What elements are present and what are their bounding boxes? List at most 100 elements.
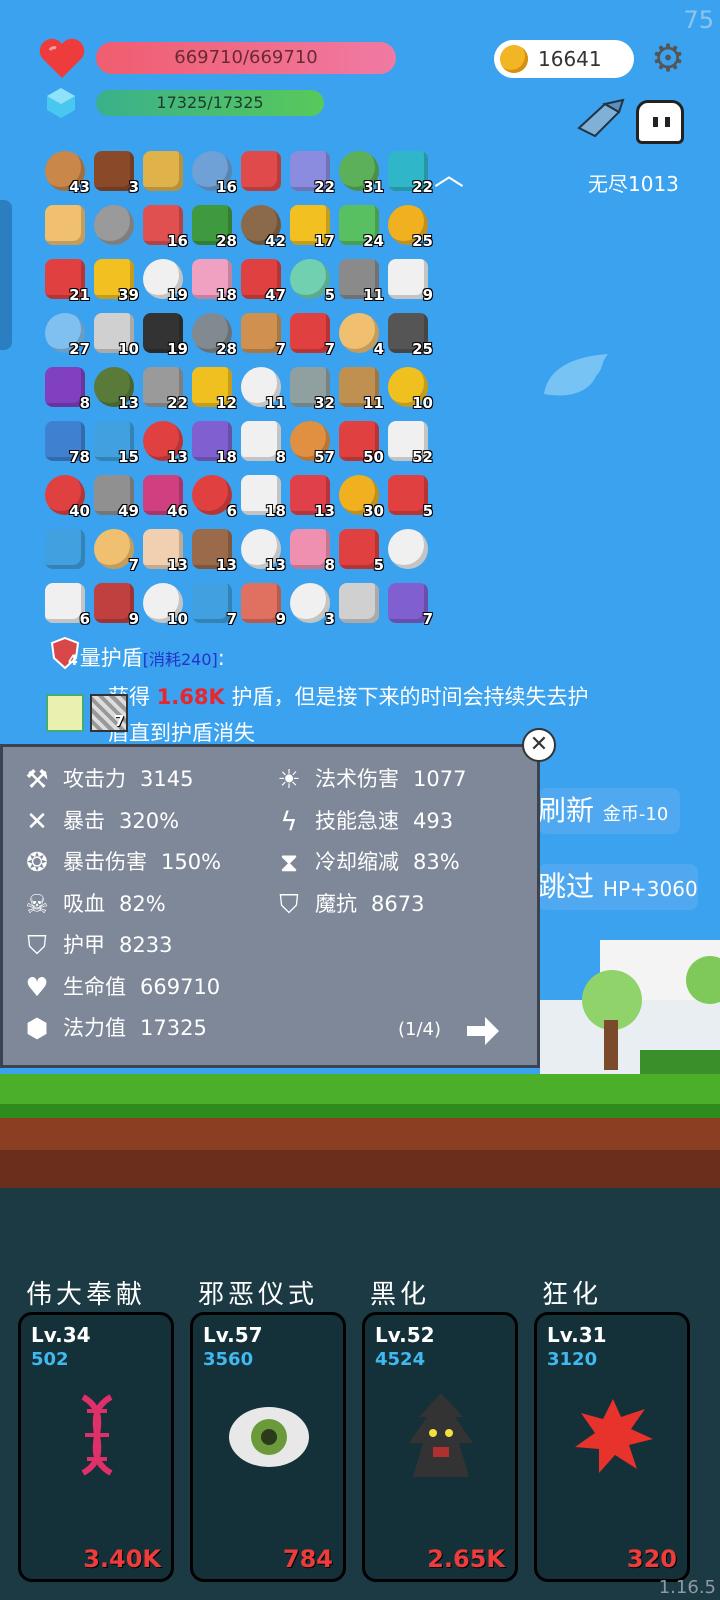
inventory-item[interactable]: 11 [336,256,384,304]
stat-row: ☀ 法术伤害 1077 [273,763,466,795]
inventory-item[interactable]: 22 [385,148,433,196]
inventory-item[interactable]: 10 [385,364,433,412]
inventory-item[interactable]: 30 [336,472,384,520]
inventory-item[interactable]: 9 [385,256,433,304]
inventory-item[interactable]: 43 [42,148,90,196]
inventory-item[interactable]: 18 [238,472,286,520]
inventory-item[interactable]: 10 [91,310,139,358]
inventory-item[interactable] [336,580,382,626]
inventory-item[interactable] [91,202,137,248]
ghost-avatar-icon[interactable] [636,100,684,144]
inventory-item[interactable]: 6 [42,580,90,628]
inventory-item[interactable]: 3 [287,580,335,628]
inventory-item[interactable]: 5 [287,256,335,304]
inventory-item[interactable]: 31 [336,148,384,196]
inventory-item[interactable]: 10 [140,580,188,628]
inventory-item[interactable]: 57 [287,418,335,466]
inventory-item[interactable]: 28 [189,202,237,250]
collapse-chevron-icon[interactable]: ︿ [434,150,464,194]
card-level: Lv.34 [31,1323,91,1347]
inventory-item[interactable]: 16 [140,202,188,250]
skull-icon: ☠ [25,889,49,920]
stat-label: 冷却缩减 [315,850,399,874]
grass-edge [0,1104,720,1118]
inventory-item[interactable]: 17 [287,202,335,250]
inventory-item[interactable]: 16 [189,148,237,196]
inventory-item[interactable]: 13 [140,526,188,574]
inventory-item[interactable]: 19 [140,310,188,358]
inventory-item[interactable]: 47 [238,256,286,304]
inventory-item[interactable]: 5 [385,472,433,520]
close-button[interactable]: ✕ [522,728,556,762]
inventory-item[interactable]: 13 [238,526,286,574]
inventory-item[interactable]: 13 [189,526,237,574]
inventory-item[interactable]: 8 [42,364,90,412]
inventory-item[interactable]: 12 [189,364,237,412]
item-count: 11 [363,286,384,304]
skill-card[interactable]: Lv.52 4524 2.65K [362,1312,518,1582]
inventory-item[interactable]: 39 [91,256,139,304]
inventory-item[interactable] [385,526,431,572]
inventory-item[interactable]: 7 [91,526,139,574]
inventory-item[interactable]: 13 [140,418,188,466]
inventory-item[interactable] [238,148,284,194]
inventory-item[interactable]: 8 [287,526,335,574]
skill-card[interactable]: Lv.57 3560 784 [190,1312,346,1582]
inventory-item[interactable]: 5 [336,526,384,574]
inventory-item[interactable]: 7 [238,310,286,358]
inventory-item[interactable]: 8 [238,418,286,466]
item-count: 13 [265,556,286,574]
inventory-item[interactable]: 13 [91,364,139,412]
inventory-item[interactable]: 25 [385,202,433,250]
inventory-item[interactable]: 11 [336,364,384,412]
inventory-item[interactable]: 6 [189,472,237,520]
inventory-item[interactable]: 50 [336,418,384,466]
inventory-item[interactable]: 18 [189,256,237,304]
inventory-item[interactable]: 4 [336,310,384,358]
item-count: 42 [265,232,286,250]
inventory-item[interactable]: 25 [385,310,433,358]
inventory-item[interactable]: 32 [287,364,335,412]
inventory-item[interactable]: 22 [140,364,188,412]
inventory-item[interactable]: 28 [189,310,237,358]
inventory-item[interactable]: 22 [287,148,335,196]
inventory-item[interactable]: 9 [91,580,139,628]
inventory-item[interactable]: 40 [42,472,90,520]
inventory-item[interactable]: 7 [189,580,237,628]
crossed-swords-icon: ✕ [26,806,48,837]
inventory-item[interactable]: 21 [42,256,90,304]
item-count: 4 [373,340,384,358]
side-drawer-handle[interactable] [0,200,12,350]
inventory-item[interactable]: 3 [91,148,139,196]
inventory-item[interactable]: 9 [238,580,286,628]
item-count: 30 [363,502,384,520]
stat-label: 暴击伤害 [63,850,147,874]
inventory-item[interactable]: 24 [336,202,384,250]
inventory-item[interactable]: 7 [287,310,335,358]
item-icon [45,205,85,245]
skill-card[interactable]: Lv.34 502 3.40K [18,1312,174,1582]
refresh-button[interactable]: 刷新 金币-10 [538,788,680,834]
settings-gear-icon[interactable]: ⚙ [648,38,688,78]
pattern-item-count: 7 [114,712,125,730]
next-page-arrow-icon[interactable] [465,1015,501,1047]
inventory-item[interactable] [140,148,186,194]
inventory-item[interactable]: 27 [42,310,90,358]
inventory-item[interactable]: 13 [287,472,335,520]
inventory-item[interactable]: 15 [91,418,139,466]
inventory-item[interactable]: 7 [385,580,433,628]
inventory-item[interactable] [42,202,88,248]
item-icon [94,205,134,245]
inventory-item[interactable]: 78 [42,418,90,466]
inventory-item[interactable]: 11 [238,364,286,412]
item-count: 6 [79,610,90,628]
skill-card[interactable]: Lv.31 3120 320 [534,1312,690,1582]
inventory-item[interactable]: 52 [385,418,433,466]
inventory-item[interactable]: 42 [238,202,286,250]
inventory-item[interactable]: 49 [91,472,139,520]
inventory-item[interactable]: 46 [140,472,188,520]
fish-icon[interactable] [575,98,627,138]
inventory-item[interactable]: 19 [140,256,188,304]
inventory-item[interactable] [42,526,88,572]
inventory-item[interactable]: 18 [189,418,237,466]
